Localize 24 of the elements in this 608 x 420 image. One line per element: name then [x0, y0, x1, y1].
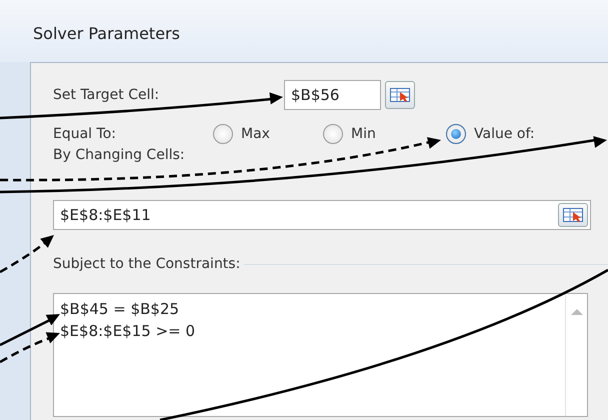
field-label: Set Target Cell:	[53, 86, 160, 104]
range-select-icon	[563, 208, 583, 222]
radio-button[interactable]	[213, 124, 233, 144]
radio-label: Value of:	[474, 124, 535, 144]
field-value: $E$8:$E$11	[60, 204, 151, 226]
field-label: Equal To:	[53, 124, 117, 144]
collapse-button[interactable]	[558, 203, 588, 227]
range-select-icon	[390, 88, 410, 102]
radio-button[interactable]	[323, 124, 343, 144]
constraints-list[interactable]: $B$45 = $B$25 $E$8:$E$15 >= 0	[53, 293, 588, 417]
field-label: By Changing Cells:	[53, 147, 185, 163]
annotation-arrow	[0, 314, 60, 346]
changing-cells-field[interactable]: $E$8:$E$11	[53, 200, 591, 230]
annotation-arrow	[0, 332, 60, 364]
radio-label: Min	[351, 124, 376, 144]
constraint-item[interactable]: $B$45 = $B$25	[60, 298, 581, 320]
annotation-arrow	[0, 235, 54, 274]
radio-button[interactable]	[446, 124, 466, 144]
radio-label: Max	[241, 124, 270, 144]
target-cell-field[interactable]: $B$56	[284, 80, 381, 110]
window-title: Solver Parameters	[33, 24, 180, 43]
constraint-item[interactable]: $E$8:$E$15 >= 0	[60, 320, 581, 342]
section-label: Subject to the Constraints:	[53, 255, 240, 274]
collapse-button[interactable]	[385, 81, 415, 109]
